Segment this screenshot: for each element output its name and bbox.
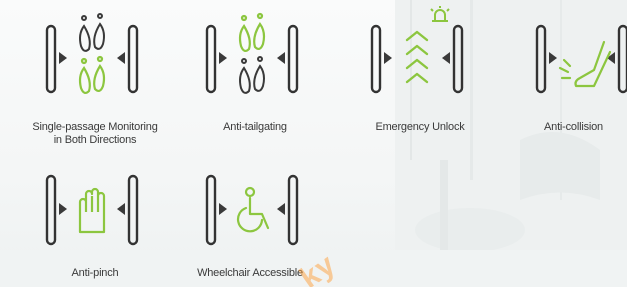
caption-line: Anti-pinch — [71, 267, 119, 279]
wheelchair-icon — [205, 174, 299, 246]
caption-line: Emergency Unlock — [375, 121, 465, 133]
emergency-chevrons-alarm-icon — [370, 6, 464, 94]
hand-icon — [45, 174, 139, 246]
feature-emergency-unlock-caption: Emergency Unlock — [350, 121, 490, 134]
feature-single-passage-caption: Single-passage Monitoring in Both Direct… — [0, 121, 190, 147]
feature-anti-collision-caption: Anti-collision — [520, 121, 627, 134]
feature-wheelchair-accessible — [200, 172, 310, 254]
feature-anti-collision — [530, 12, 627, 102]
feature-single-passage — [40, 12, 150, 102]
caption-line: Anti-tailgating — [223, 121, 287, 133]
collision-leg-icon — [535, 24, 627, 94]
feature-anti-pinch-caption: Anti-pinch — [25, 267, 165, 280]
feature-anti-pinch — [40, 172, 150, 254]
feature-anti-tailgating — [200, 12, 310, 102]
feature-emergency-unlock — [365, 6, 475, 102]
feature-panel: Single-passage Monitoring in Both Direct… — [0, 0, 627, 287]
feature-anti-tailgating-caption: Anti-tailgating — [185, 121, 325, 134]
caption-line: Single-passage Monitoring — [32, 121, 158, 133]
caption-line: in Both Directions — [53, 134, 137, 146]
tailgating-footprints-icon — [205, 12, 299, 94]
two-directions-footprints-icon — [45, 13, 139, 95]
caption-line: Anti-collision — [544, 121, 603, 133]
